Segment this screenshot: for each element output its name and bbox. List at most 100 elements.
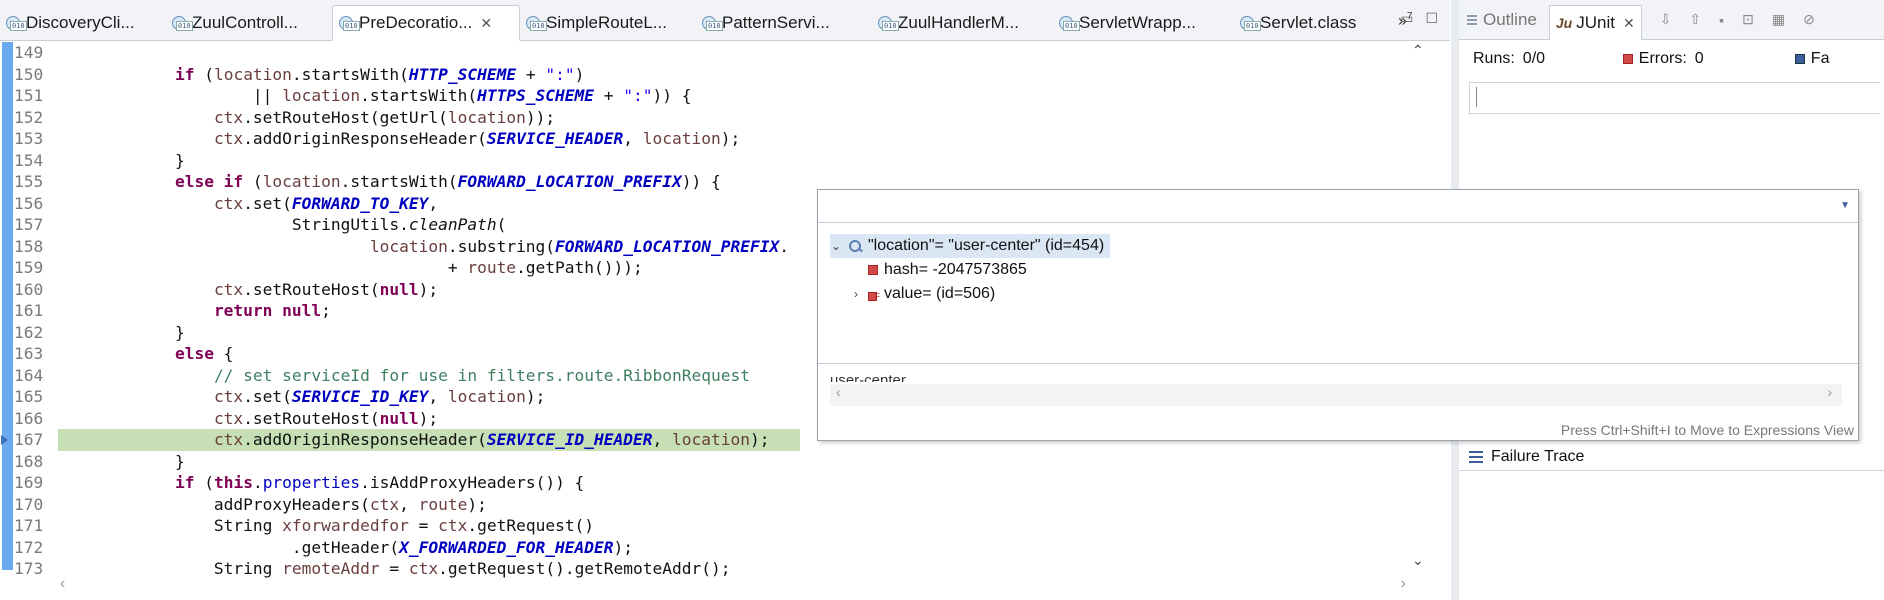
line-number: 168 — [14, 451, 44, 471]
line-text: else if (location.startsWith(FORWARD_LOC… — [174, 172, 721, 191]
scroll-up-icon[interactable]: ⌃ — [1412, 42, 1424, 59]
class-file-icon: 010 — [1240, 15, 1261, 31]
code-comment: // set serviceId for use in filters.rout… — [213, 365, 750, 385]
popup-detail-pane[interactable]: user-center ‹ › — [818, 363, 1858, 422]
scroll-left-icon[interactable]: ‹ — [60, 575, 65, 593]
line-text: || location.startsWith(HTTPS_SCHEME + ":… — [58, 86, 692, 105]
code-line: 149 — [0, 42, 1410, 64]
scroll-right-icon[interactable]: › — [1827, 384, 1832, 400]
line-text: StringUtils.cleanPath( — [58, 215, 507, 234]
line-text: location.substring(FORWARD_LOCATION_PREF… — [369, 236, 789, 256]
view-menu-icon[interactable]: ▼ — [1840, 200, 1850, 211]
line-text: ctx.setRouteHost(null); — [213, 408, 439, 428]
stack-trace-icon — [1469, 451, 1483, 463]
detail-horizontal-scrollbar[interactable]: ‹ › — [830, 384, 1842, 406]
tab-discovery-client[interactable]: 010 DiscoveryCli... — [0, 6, 166, 40]
tab-servlet-class[interactable]: 010 Servlet.class — [1234, 6, 1390, 40]
variable-label: "location"= "user-center" (id=454) — [868, 237, 1105, 254]
collapse-chevron-icon[interactable]: ⌄ — [830, 234, 842, 258]
failure-trace-label: Failure Trace — [1491, 448, 1585, 465]
class-file-icon: 010 — [1059, 15, 1080, 31]
show-failures-only-icon[interactable]: ▪ — [1719, 12, 1724, 28]
errors-label: Errors: — [1638, 50, 1687, 67]
history-icon[interactable]: ⊘ — [1803, 11, 1815, 28]
line-text: if (location.startsWith(HTTP_SCHEME + ":… — [174, 64, 585, 84]
runs-label: Runs: — [1473, 50, 1515, 67]
line-number: 162 — [14, 322, 44, 342]
class-file-icon: 010 — [526, 15, 547, 31]
line-number: 165 — [14, 387, 44, 406]
tab-label: ZuulHandlerM... — [898, 13, 1019, 32]
test-progress-bar — [1469, 82, 1880, 114]
line-number: 166 — [14, 408, 44, 428]
code-line: 170 addProxyHeaders(ctx, route); — [0, 494, 1410, 516]
code-line: 171 String xforwardedfor = ctx.getReques… — [0, 515, 1410, 537]
private-field-icon — [868, 265, 878, 275]
line-number: 164 — [14, 365, 44, 385]
tab-label: ZuulControll... — [192, 13, 298, 32]
tab-label: PatternServi... — [722, 13, 830, 32]
scroll-down-icon[interactable]: ⌄ — [1412, 552, 1424, 569]
line-text: ctx.setRouteHost(null); — [213, 279, 439, 299]
scroll-left-icon[interactable]: ‹ — [836, 384, 841, 400]
scroll-right-icon[interactable]: › — [1401, 575, 1406, 593]
junit-icon: Ju — [1555, 15, 1573, 31]
line-number: 167 — [14, 430, 44, 449]
line-text: ctx.set(SERVICE_ID_KEY, location); — [213, 387, 546, 406]
variable-tree-child[interactable]: › F value= (id=506) — [850, 282, 995, 306]
final-field-icon: F — [868, 289, 880, 301]
line-text: .getHeader(X_FORWARDED_FOR_HEADER); — [58, 537, 634, 557]
previous-failure-icon[interactable]: ⇧ — [1689, 11, 1701, 28]
inspect-popup[interactable]: ▼ ⌄ "location"= "user-center" (id=454) h… — [817, 189, 1859, 441]
line-number: 156 — [14, 193, 44, 213]
tab-zuul-controller[interactable]: 010 ZuulControll... — [166, 6, 332, 40]
line-number: 170 — [14, 494, 44, 514]
tab-label: DiscoveryCli... — [26, 13, 135, 32]
variable-tree-root[interactable]: ⌄ "location"= "user-center" (id=454) — [830, 234, 1111, 258]
line-number: 161 — [14, 301, 44, 320]
variable-tree-child[interactable]: hash= -2047573865 — [850, 258, 1027, 282]
line-text: // set serviceId for use in filters.rout… — [58, 365, 750, 387]
tab-servlet-wrapper[interactable]: 010 ServletWrapp... — [1053, 6, 1234, 40]
tab-pattern-service[interactable]: 010 PatternServi... — [696, 6, 872, 40]
line-number: 172 — [14, 537, 44, 557]
line-number: 151 — [14, 86, 44, 105]
line-text: return null; — [213, 301, 331, 320]
code-line: 168 } — [0, 451, 1410, 473]
error-icon — [1622, 54, 1633, 64]
line-number: 169 — [14, 473, 44, 492]
expand-chevron-icon[interactable]: › — [850, 282, 862, 306]
line-number: 153 — [14, 129, 44, 148]
inspect-magnifier-icon — [848, 239, 863, 253]
line-text: } — [58, 150, 185, 170]
scroll-lock-icon[interactable]: ⊡ — [1742, 11, 1754, 28]
variable-label: hash= -2047573865 — [884, 261, 1027, 278]
minimize-icon[interactable]: ▭ — [1400, 10, 1413, 27]
tab-label: PreDecoratio... — [359, 13, 473, 32]
layout-icon[interactable]: ▦ — [1772, 11, 1785, 28]
line-text: else { — [174, 344, 234, 363]
close-icon[interactable]: ✕ — [1623, 15, 1635, 32]
code-line: 172 .getHeader(X_FORWARDED_FOR_HEADER); — [0, 537, 1410, 559]
line-number: 159 — [14, 258, 44, 277]
editor-horizontal-scrollbar[interactable]: ‹ › — [56, 575, 1410, 595]
tab-junit[interactable]: Ju JUnit ✕ — [1548, 5, 1642, 40]
code-line: 154 } — [0, 150, 1410, 172]
variable-label: value= (id=506) — [884, 285, 996, 302]
line-text: String xforwardedfor = ctx.getRequest() — [58, 516, 595, 535]
tab-pre-decoration[interactable]: 010 PreDecoratio... ✕ — [332, 5, 520, 41]
line-text: } — [58, 451, 185, 471]
tab-outline[interactable]: Outline — [1465, 10, 1537, 30]
failure-trace-header: Failure Trace — [1469, 448, 1584, 466]
editor-tab-bar: 010 DiscoveryCli... 010 ZuulControll... … — [0, 0, 1450, 41]
next-failure-icon[interactable]: ⇩ — [1660, 11, 1672, 28]
close-icon[interactable]: ✕ — [480, 15, 492, 32]
line-number: 154 — [14, 150, 44, 170]
line-number: 163 — [14, 344, 44, 363]
code-line: 151 || location.startsWith(HTTPS_SCHEME … — [0, 85, 1410, 107]
tab-zuul-handler[interactable]: 010 ZuulHandlerM... — [872, 6, 1053, 40]
line-number: 173 — [14, 559, 44, 578]
maximize-icon[interactable]: ☐ — [1425, 10, 1438, 27]
class-file-icon: 010 — [172, 15, 193, 31]
tab-simple-route[interactable]: 010 SimpleRouteL... — [520, 6, 696, 40]
